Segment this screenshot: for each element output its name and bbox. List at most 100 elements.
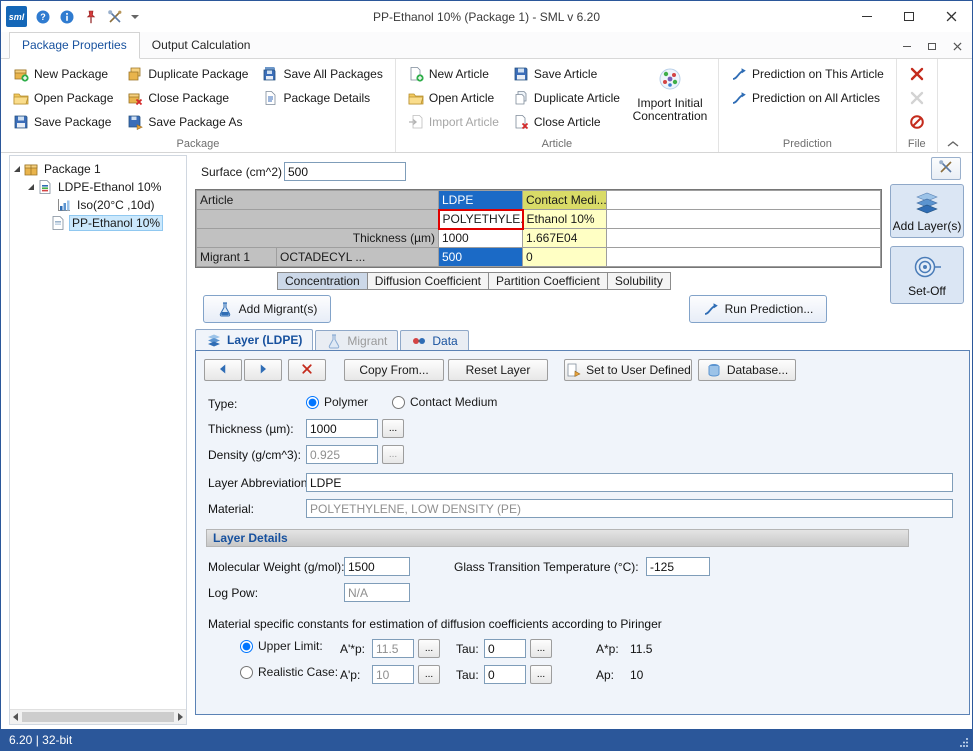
grid-layer-header-cell[interactable]: LDPE <box>439 191 523 210</box>
add-migrants-button[interactable]: Add Migrant(s) <box>203 295 331 323</box>
reset-layer-button[interactable]: Reset Layer <box>448 359 548 381</box>
prediction-all-articles-button[interactable]: Prediction on All Articles <box>727 87 888 109</box>
delete-layer-button[interactable] <box>288 359 326 381</box>
grid-layer-material-cell[interactable]: POLYETHYLE... <box>439 210 523 229</box>
collapse-ribbon-icon[interactable] <box>946 139 960 149</box>
constants-note: Material specific constants for estimati… <box>208 617 662 631</box>
radio-realistic-case-input[interactable] <box>240 666 253 679</box>
mdi-restore-button[interactable] <box>921 37 943 55</box>
tree-item-label[interactable]: Package 1 <box>42 162 103 176</box>
grid-layer-thickness-cell[interactable]: 1000 <box>439 229 523 248</box>
save-package-as-button[interactable]: Save Package As <box>123 111 252 133</box>
pin-icon[interactable] <box>83 9 99 25</box>
prediction-this-article-button[interactable]: Prediction on This Article <box>727 63 888 85</box>
radio-realistic-case[interactable]: Realistic Case: <box>240 665 338 679</box>
mdi-minimize-button[interactable] <box>896 37 918 55</box>
help-icon[interactable]: ? <box>35 9 51 25</box>
tree-horizontal-scrollbar[interactable] <box>10 709 186 724</box>
expander-icon[interactable] <box>14 166 20 172</box>
database-button[interactable]: Database... <box>698 359 796 381</box>
realistic-tau-browse-button[interactable]: ... <box>530 665 552 684</box>
expander-icon[interactable] <box>28 184 34 190</box>
scroll-right-icon[interactable] <box>178 713 183 721</box>
tree-item-pp-ethanol[interactable]: PP-Ethanol 10% <box>10 214 186 232</box>
info-icon[interactable] <box>59 9 75 25</box>
glass-transition-input[interactable] <box>646 557 710 576</box>
file-abort-button[interactable] <box>905 111 929 133</box>
tab-concentration[interactable]: Concentration <box>277 272 368 290</box>
tab-partition-coefficient[interactable]: Partition Coefficient <box>489 272 608 290</box>
open-article-button[interactable]: Open Article <box>404 87 503 109</box>
new-package-icon <box>13 66 29 82</box>
settings-button[interactable] <box>931 157 961 180</box>
ribbon-tab-row: Package Properties Output Calculation <box>1 32 972 59</box>
save-all-packages-button[interactable]: Save All Packages <box>258 63 386 85</box>
close-button[interactable] <box>930 1 972 32</box>
new-article-button[interactable]: New Article <box>404 63 503 85</box>
run-prediction-button[interactable]: Run Prediction... <box>689 295 827 323</box>
layer-abbreviation-input[interactable] <box>306 473 953 492</box>
surface-input[interactable] <box>284 162 406 181</box>
radio-contact-medium[interactable]: Contact Medium <box>392 395 497 409</box>
open-package-button[interactable]: Open Package <box>9 87 117 109</box>
mdi-close-button[interactable] <box>946 37 968 55</box>
upper-tau-input[interactable] <box>484 639 526 658</box>
article-grid: Article LDPE Contact Medi... POLYETHYLE.… <box>195 189 882 268</box>
radio-polymer-input[interactable] <box>306 396 319 409</box>
add-layers-button[interactable]: Add Layer(s) <box>890 184 964 238</box>
qat-dropdown-icon[interactable] <box>131 15 139 19</box>
duplicate-article-button[interactable]: Duplicate Article <box>509 87 624 109</box>
radio-polymer[interactable]: Polymer <box>306 395 368 409</box>
tab-solubility[interactable]: Solubility <box>608 272 671 290</box>
scrollbar-thumb[interactable] <box>22 712 174 722</box>
save-article-button[interactable]: Save Article <box>509 63 624 85</box>
molecular-weight-input[interactable] <box>344 557 410 576</box>
close-package-button[interactable]: Close Package <box>123 87 252 109</box>
upper-tau-browse-button[interactable]: ... <box>530 639 552 658</box>
upper-ap-browse-button[interactable]: ... <box>418 639 440 658</box>
tab-diffusion-coefficient[interactable]: Diffusion Coefficient <box>368 272 489 290</box>
tools-icon[interactable] <box>107 9 123 25</box>
tree-item-label[interactable]: LDPE-Ethanol 10% <box>56 180 163 194</box>
thickness-input[interactable] <box>306 419 378 438</box>
maximize-button[interactable] <box>888 1 930 32</box>
tree-item-iso-condition[interactable]: Iso(20°C ,10d) <box>10 196 186 214</box>
new-package-button[interactable]: New Package <box>9 63 117 85</box>
close-article-button[interactable]: Close Article <box>509 111 624 133</box>
tab-data[interactable]: Data <box>400 330 468 350</box>
realistic-tau-input[interactable] <box>484 665 526 684</box>
grid-medium-name-cell[interactable]: Ethanol 10% <box>523 210 607 229</box>
grid-medium-thickness-cell[interactable]: 1.667E04 <box>523 229 607 248</box>
radio-polymer-label: Polymer <box>324 395 368 409</box>
save-package-button[interactable]: Save Package <box>9 111 117 133</box>
copy-from-button[interactable]: Copy From... <box>344 359 444 381</box>
radio-upper-limit[interactable]: Upper Limit: <box>240 639 323 653</box>
set-to-user-defined-button[interactable]: Set to User Defined <box>564 359 692 381</box>
tab-package-properties[interactable]: Package Properties <box>9 32 140 59</box>
tree-item-label[interactable]: Iso(20°C ,10d) <box>75 198 157 212</box>
file-close-button[interactable] <box>905 63 929 85</box>
radio-contact-medium-input[interactable] <box>392 396 405 409</box>
grid-migrant-name-cell[interactable]: OCTADECYL ... <box>277 248 439 267</box>
scroll-left-icon[interactable] <box>13 713 18 721</box>
realistic-ap-browse-button[interactable]: ... <box>418 665 440 684</box>
import-initial-concentration-button[interactable]: Import Initial Concentration <box>630 63 710 133</box>
grid-medium-concentration-cell[interactable]: 0 <box>523 248 607 267</box>
tree-item-ldpe-ethanol[interactable]: LDPE-Ethanol 10% <box>10 178 186 196</box>
save-all-packages-icon <box>262 66 278 82</box>
grid-medium-header-cell[interactable]: Contact Medi... <box>523 191 607 210</box>
tree-item-label-selected[interactable]: PP-Ethanol 10% <box>69 215 163 231</box>
package-details-button[interactable]: Package Details <box>258 87 386 109</box>
tab-layer[interactable]: Layer (LDPE) <box>195 329 313 350</box>
tab-output-calculation[interactable]: Output Calculation <box>140 33 263 58</box>
next-layer-button[interactable] <box>244 359 282 381</box>
tree-item-package-1[interactable]: Package 1 <box>10 160 186 178</box>
grid-layer-concentration-cell[interactable]: 500 <box>439 248 523 267</box>
duplicate-package-button[interactable]: Duplicate Package <box>123 63 252 85</box>
thickness-browse-button[interactable]: ... <box>382 419 404 438</box>
previous-layer-button[interactable] <box>204 359 242 381</box>
radio-upper-limit-input[interactable] <box>240 640 253 653</box>
minimize-button[interactable] <box>846 1 888 32</box>
resize-grip[interactable] <box>959 737 969 747</box>
set-off-button[interactable]: Set-Off <box>890 246 964 304</box>
